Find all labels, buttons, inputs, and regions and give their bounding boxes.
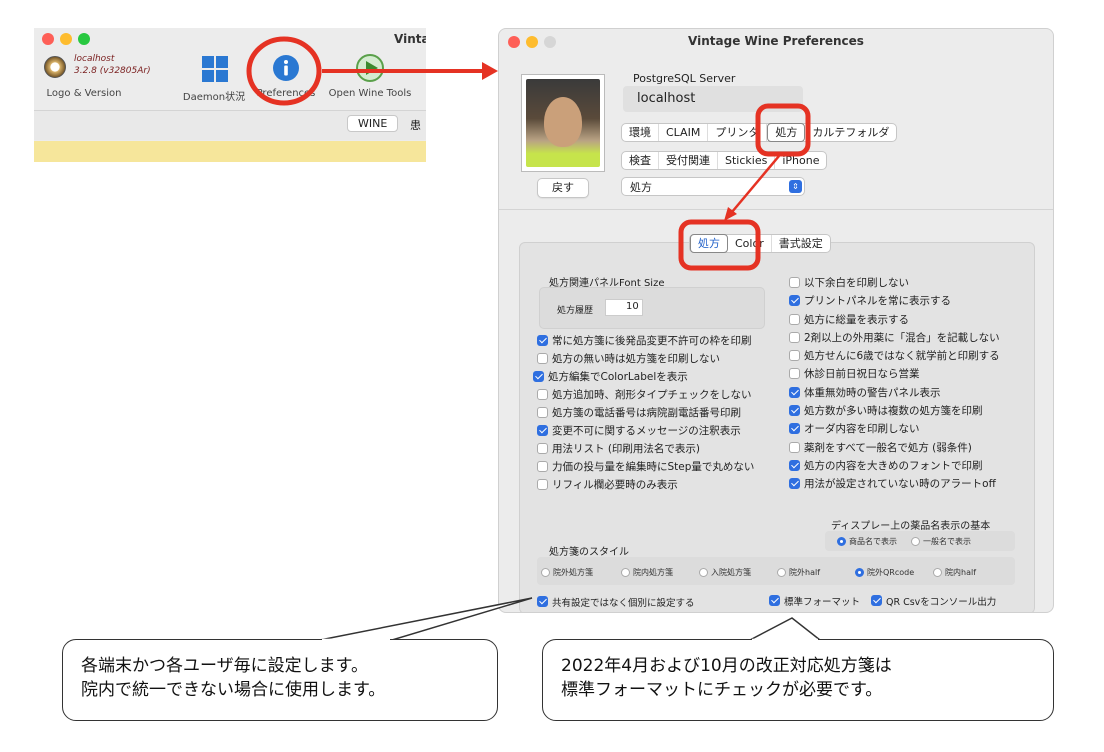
- callout-tail-left: [319, 597, 533, 641]
- callout-left: 各端末かつ各ユーザ毎に設定します。 院内で統一できない場合に使用します。: [62, 639, 498, 721]
- callout-line: 各端末かつ各ユーザ毎に設定します。: [81, 656, 368, 676]
- callout-right: 2022年4月および10月の改正対応処方箋は 標準フォーマットにチェックが必要で…: [542, 639, 1054, 721]
- callout-tail-right: [749, 617, 823, 641]
- callout-line: 2022年4月および10月の改正対応処方箋は: [561, 656, 892, 676]
- callout-line: 院内で統一できない場合に使用します。: [81, 680, 386, 700]
- callout-line: 標準フォーマットにチェックが必要です。: [561, 680, 883, 700]
